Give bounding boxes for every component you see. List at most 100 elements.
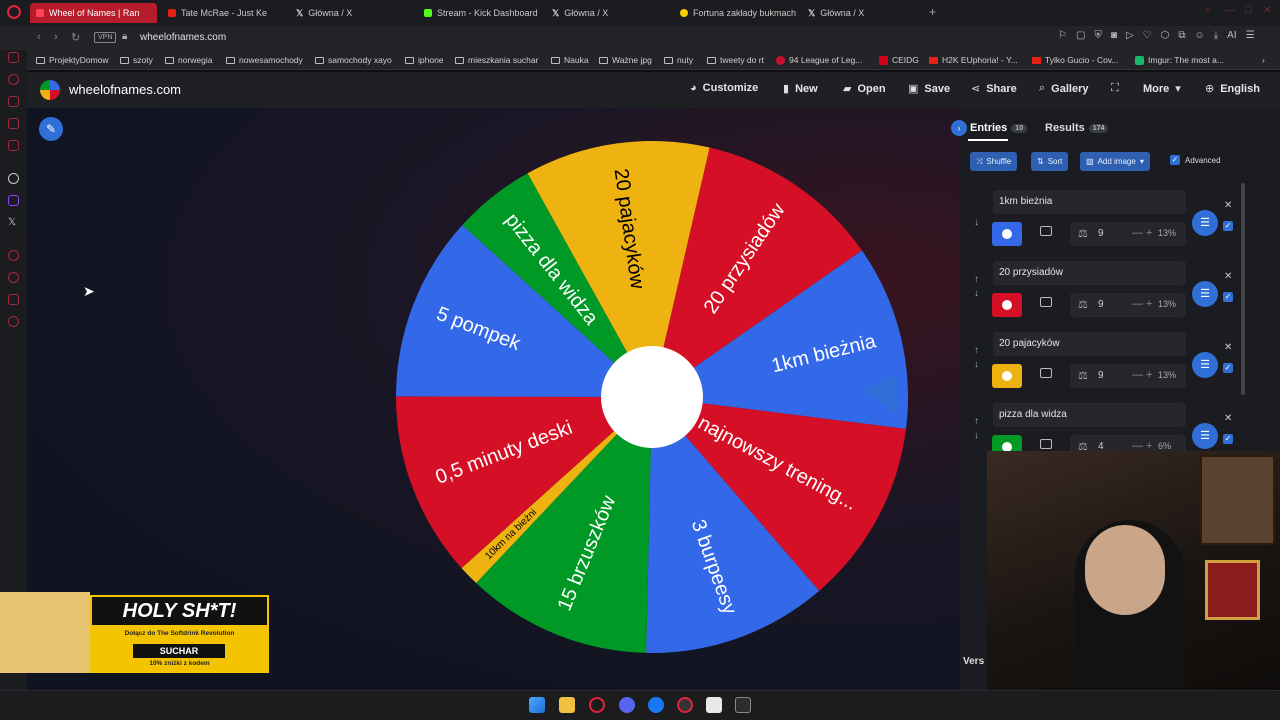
forward-icon[interactable]: › <box>54 31 58 43</box>
entry-name-input[interactable]: 20 pajacyków <box>993 332 1186 356</box>
entry-name-input[interactable]: 20 przysiadów <box>993 261 1186 285</box>
gallery-button[interactable]: ⌕ Gallery <box>1039 82 1088 95</box>
back-icon[interactable]: ‹ <box>37 31 41 43</box>
entry-weight-input[interactable]: 9 <box>1098 299 1104 310</box>
opera-logo-icon[interactable] <box>7 5 21 19</box>
sort-button[interactable]: ⇅ Sort <box>1031 152 1069 171</box>
weight-stepper[interactable]: — + <box>1132 369 1152 381</box>
bookmark-item[interactable]: ProjektyDomow <box>36 55 109 65</box>
sidebar-player-icon[interactable] <box>8 250 19 261</box>
lock-icon[interactable]: 🔒︎ <box>122 31 127 42</box>
entry-name-input[interactable]: 1km bieżnia <box>993 190 1186 214</box>
wheel-center[interactable] <box>601 346 703 448</box>
tab-x-home-3[interactable]: 𝕏 Główna / X <box>802 3 922 23</box>
entry-delete-icon[interactable]: ✕ <box>1224 413 1232 424</box>
windows-start-icon[interactable] <box>529 697 545 713</box>
terminal-icon[interactable] <box>735 697 751 713</box>
bookmark-item[interactable]: Ważne jpg <box>599 55 652 65</box>
entry-enabled-checkbox[interactable]: ✓ <box>1223 221 1233 231</box>
bookmark-item[interactable]: iphone <box>405 55 444 65</box>
file-explorer-icon[interactable] <box>559 697 575 713</box>
facebook-icon[interactable] <box>648 697 664 713</box>
advanced-toggle[interactable]: ✓ Advanced <box>1170 155 1221 165</box>
maximize-icon[interactable]: ☐ <box>1244 5 1253 16</box>
entry-settings-icon[interactable]: ☰ <box>1192 281 1218 307</box>
new-button[interactable]: ▮ New <box>783 82 818 96</box>
weight-stepper[interactable]: — + <box>1132 298 1152 310</box>
bookmark-item[interactable]: tweety do rt <box>707 55 764 65</box>
tab-wheel-of-names[interactable]: Wheel of Names | Ran <box>30 3 157 23</box>
entry-weight-input[interactable]: 9 <box>1098 228 1104 239</box>
entry-name-input[interactable]: pizza dla widza <box>993 403 1186 427</box>
entry-enabled-checkbox[interactable]: ✓ <box>1223 292 1233 302</box>
search-tabs-icon[interactable]: ⌕ <box>1205 5 1211 16</box>
notepad-icon[interactable] <box>706 697 722 713</box>
tab-youtube[interactable]: Tate McRae - Just Ke <box>162 3 280 23</box>
bookmark-item[interactable]: H2K EUphoria! - Y... <box>929 55 1018 65</box>
tab-results[interactable]: Results 174 <box>1045 122 1109 134</box>
collapse-panel-icon[interactable]: › <box>951 120 967 136</box>
profile-icon[interactable]: ☺ <box>1195 30 1205 41</box>
entry-color-button[interactable] <box>992 364 1022 388</box>
site-logo-icon[interactable] <box>40 80 60 100</box>
entry-color-button[interactable] <box>992 222 1022 246</box>
minimize-icon[interactable]: — <box>1225 5 1235 16</box>
sidebar-music-icon[interactable] <box>8 140 19 151</box>
shield-icon[interactable]: ⛨ <box>1094 30 1102 41</box>
entry-image-icon[interactable] <box>1040 297 1052 307</box>
obs-icon[interactable] <box>677 697 693 713</box>
tab-fortuna[interactable]: Fortuna zakłady bukmache <box>674 3 796 23</box>
reorder-arrows-icon[interactable]: ↑ ↓ <box>974 344 979 372</box>
sidebar-chatgpt-icon[interactable] <box>8 173 19 184</box>
camera-icon[interactable]: ◙ <box>1111 30 1117 41</box>
bookmark-item[interactable]: Tylko Gucio - Cov... <box>1032 55 1119 65</box>
tab-x-home-2[interactable]: 𝕏 Główna / X <box>546 3 666 23</box>
entries-scrollbar[interactable] <box>1241 183 1245 395</box>
sidebar-twitch-icon[interactable] <box>8 195 19 206</box>
discord-icon[interactable] <box>619 697 635 713</box>
entry-delete-icon[interactable]: ✕ <box>1224 271 1232 282</box>
reload-icon[interactable]: ↻ <box>71 31 80 44</box>
sidebar-history-icon[interactable] <box>8 272 19 283</box>
entry-enabled-checkbox[interactable]: ✓ <box>1223 363 1233 373</box>
bookmark-item[interactable]: mieszkania suchar <box>455 55 538 65</box>
entry-settings-icon[interactable]: ☰ <box>1192 210 1218 236</box>
entry-settings-icon[interactable]: ☰ <box>1192 352 1218 378</box>
open-button[interactable]: ▰ Open <box>843 82 886 96</box>
entry-color-button[interactable] <box>992 293 1022 317</box>
download-icon[interactable]: ⤓ <box>1214 30 1218 41</box>
site-name[interactable]: wheelofnames.com <box>69 82 181 97</box>
bookmark-item[interactable]: samochody xayo <box>315 55 392 65</box>
new-tab-icon[interactable]: + <box>929 5 936 19</box>
sidebar-messenger-icon[interactable] <box>8 118 19 129</box>
check-icon[interactable]: ✓ <box>1170 155 1180 165</box>
language-button[interactable]: ⊕ English <box>1205 82 1260 96</box>
reorder-arrows-icon[interactable]: ↑ ↓ <box>974 273 979 301</box>
snapshot-icon[interactable]: ▢ <box>1076 30 1085 41</box>
tab-entries[interactable]: Entries 10 <box>970 122 1028 134</box>
entry-image-icon[interactable] <box>1040 368 1052 378</box>
bookmark-item[interactable]: nowesamochody <box>226 55 303 65</box>
ai-button[interactable]: AI <box>1227 30 1236 41</box>
bookmark-item[interactable]: Imgur: The most a... <box>1135 55 1224 65</box>
entry-delete-icon[interactable]: ✕ <box>1224 200 1232 211</box>
menu-icon[interactable]: ☰ <box>1246 30 1255 41</box>
sidebar-extensions-icon[interactable] <box>8 294 19 305</box>
weight-stepper[interactable]: — + <box>1132 227 1152 239</box>
close-window-icon[interactable]: ✕ <box>1263 5 1271 16</box>
sidebar-shop-icon[interactable] <box>8 96 19 107</box>
bookmark-item[interactable]: szoty <box>120 55 153 65</box>
reorder-arrows-icon[interactable]: ↓ <box>974 202 979 230</box>
bookmark-item[interactable]: CEIDG <box>879 55 919 65</box>
save-button[interactable]: ▣ Save <box>908 82 950 96</box>
wheel[interactable]: 20 przysiadów1km bieżnianajnowszy trenin… <box>396 141 908 653</box>
entry-delete-icon[interactable]: ✕ <box>1224 342 1232 353</box>
sidebar-x-icon[interactable]: 𝕏 <box>8 217 19 228</box>
vpn-badge[interactable]: VPN <box>94 32 117 43</box>
bookmark-item[interactable]: nuty <box>664 55 693 65</box>
add-image-button[interactable]: ▨ Add image ▾ <box>1080 152 1150 171</box>
entry-settings-icon[interactable]: ☰ <box>1192 423 1218 449</box>
easy-setup-icon[interactable]: ⬡ <box>1161 30 1170 41</box>
heart-icon[interactable]: ♡ <box>1143 30 1152 41</box>
more-button[interactable]: More ▾ <box>1143 82 1181 96</box>
